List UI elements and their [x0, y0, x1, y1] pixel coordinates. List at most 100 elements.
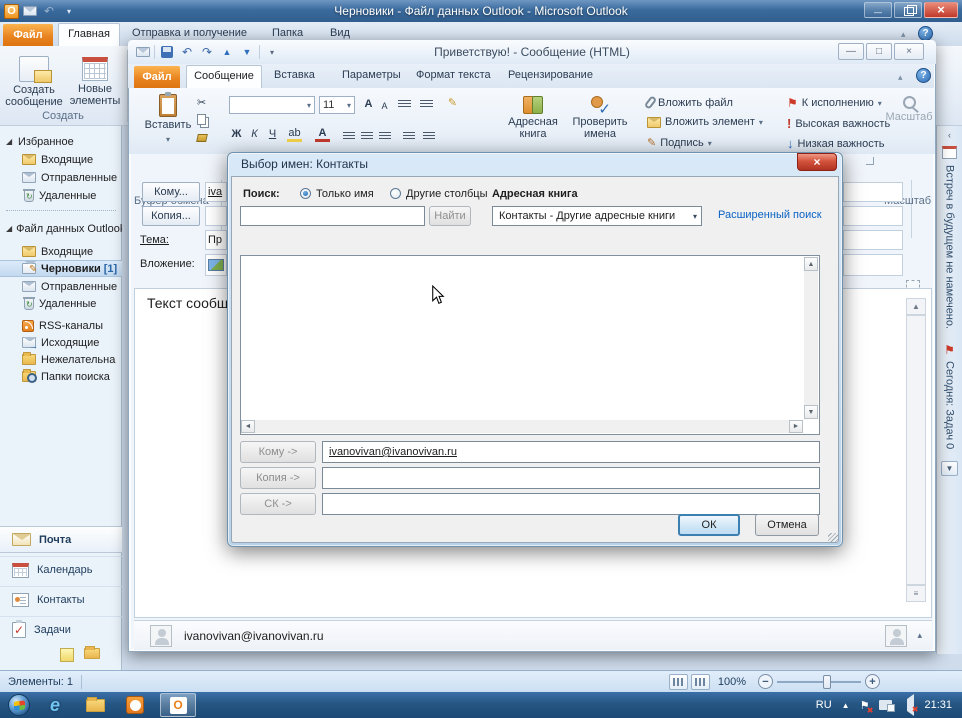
clock[interactable]: 21:31 — [924, 699, 952, 711]
media-player-icon[interactable] — [120, 693, 150, 717]
radio-name-only-label[interactable]: Только имя — [316, 188, 374, 200]
tab-insert[interactable]: Вставка — [274, 69, 315, 81]
radio-name-only[interactable] — [300, 188, 311, 199]
redo-icon[interactable]: ↷ — [199, 44, 215, 60]
font-color-icon[interactable]: А — [315, 126, 330, 142]
minimize-button[interactable] — [864, 2, 892, 18]
zoom-slider-thumb[interactable] — [823, 675, 831, 689]
tab-view[interactable]: Вид — [330, 27, 350, 39]
show-hidden-icons[interactable]: ▲ — [842, 701, 850, 710]
folder-outbox[interactable]: Исходящие — [0, 334, 122, 351]
language-indicator[interactable]: RU — [816, 699, 832, 711]
reading-view-button[interactable] — [691, 674, 710, 690]
ok-button[interactable]: ОК — [678, 514, 740, 536]
scroll-down-icon[interactable]: ▼ — [804, 405, 818, 419]
font-name-combo[interactable] — [229, 96, 315, 114]
tab-send-receive[interactable]: Отправка и получение — [132, 27, 247, 39]
format-painter-icon[interactable] — [197, 134, 207, 142]
address-book-dropdown[interactable]: Контакты - Другие адресные книги — [492, 206, 702, 226]
expand-todo-icon[interactable]: ‹ — [948, 130, 951, 140]
outlook-taskbar-button[interactable]: O — [160, 693, 196, 717]
font-size-combo[interactable]: 11 — [319, 96, 355, 114]
underline-icon[interactable]: Ч — [265, 126, 280, 142]
find-button[interactable]: Найти — [429, 206, 471, 226]
normal-view-button[interactable] — [669, 674, 688, 690]
close-button[interactable] — [924, 2, 958, 18]
folder-drafts-selected[interactable]: Черновики[1] — [0, 260, 122, 277]
volume-icon[interactable]: ✖ — [902, 699, 914, 711]
expand-icon[interactable] — [6, 138, 14, 146]
attach-file-button[interactable]: Вложить файл — [647, 96, 733, 109]
highlight-icon[interactable]: ab — [287, 126, 302, 142]
notes-icon[interactable] — [60, 648, 74, 662]
shrink-font-icon[interactable]: А — [377, 98, 392, 114]
radio-more-columns-label[interactable]: Другие столбцы — [406, 188, 488, 200]
folder-junk[interactable]: Нежелательна — [0, 351, 122, 368]
expand-icon[interactable] — [6, 225, 12, 233]
help-icon[interactable]: ? — [916, 68, 931, 83]
align-center-icon[interactable] — [359, 128, 374, 144]
dialog-cc-field[interactable] — [322, 467, 820, 489]
cc-field[interactable] — [205, 206, 227, 226]
attach-item-button[interactable]: Вложить элемент — [647, 116, 763, 128]
dialog-bcc-field[interactable] — [322, 493, 820, 515]
zoom-out-button[interactable]: − — [758, 674, 773, 689]
folder-deleted-fav[interactable]: Удаленные — [0, 187, 122, 204]
low-importance-button[interactable]: ↓Низкая важность — [787, 136, 884, 151]
to-field[interactable]: iva — [205, 182, 227, 202]
tab-file[interactable]: Файл — [3, 24, 53, 46]
module-tasks[interactable]: Задачи — [0, 616, 122, 643]
save-icon[interactable] — [159, 44, 175, 60]
dialog-to-field[interactable]: ivanovivan@ivanovivan.ru — [322, 441, 820, 463]
align-left-icon[interactable] — [341, 128, 356, 144]
tab-review[interactable]: Рецензирование — [508, 69, 593, 81]
dialog-bcc-button[interactable]: СК -> — [240, 493, 316, 515]
network-icon[interactable] — [879, 700, 892, 710]
folder-sent[interactable]: Отправленные — [0, 278, 122, 295]
new-message-button[interactable]: Создать сообщение — [4, 56, 64, 108]
cut-icon[interactable]: ✂ — [197, 96, 206, 109]
folder-inbox[interactable]: Входящие — [0, 243, 122, 260]
module-calendar[interactable]: Календарь — [0, 556, 122, 583]
internet-explorer-icon[interactable]: e — [40, 693, 70, 717]
increase-indent-icon[interactable] — [421, 128, 436, 144]
scroll-right-icon[interactable]: ► — [789, 420, 803, 433]
browse-object-icon[interactable]: ≡ — [906, 585, 926, 602]
folder-list-icon[interactable] — [84, 648, 100, 659]
tab-format[interactable]: Формат текста — [416, 69, 491, 81]
paste-button[interactable]: Вставить — [139, 94, 197, 145]
address-book-button[interactable]: Адресная книга — [501, 94, 565, 140]
minimize-ribbon-icon[interactable]: ▴ — [898, 72, 903, 83]
align-right-icon[interactable] — [377, 128, 392, 144]
radio-more-columns[interactable] — [390, 188, 401, 199]
numbering-icon[interactable] — [419, 96, 434, 112]
favorites-header[interactable]: Избранное — [0, 133, 122, 150]
folder-inbox-fav[interactable]: Входящие — [0, 151, 122, 168]
undo-icon[interactable]: ↶ — [41, 3, 57, 19]
check-names-button[interactable]: Проверить имена — [567, 94, 633, 140]
folder-sent-fav[interactable]: Отправленные — [0, 169, 122, 186]
cc-button[interactable]: Копия... — [142, 206, 200, 226]
search-input[interactable] — [240, 206, 425, 226]
subject-field[interactable]: Пр — [205, 230, 227, 250]
bullets-icon[interactable] — [397, 96, 412, 112]
folder-rss[interactable]: RSS-каналы — [0, 317, 122, 334]
module-contacts[interactable]: Контакты — [0, 586, 122, 613]
decrease-indent-icon[interactable] — [401, 128, 416, 144]
scroll-down-icon[interactable]: ▼ — [941, 461, 958, 476]
module-mail[interactable]: Почта — [0, 526, 122, 553]
start-button[interactable] — [8, 694, 30, 716]
restore-button[interactable]: □ — [866, 43, 892, 60]
contacts-list[interactable] — [240, 255, 820, 435]
horizontal-scrollbar[interactable] — [255, 420, 789, 433]
italic-icon[interactable]: К — [247, 126, 262, 142]
zoom-in-button[interactable]: + — [865, 674, 880, 689]
to-button[interactable]: Кому... — [142, 182, 200, 202]
scroll-up-icon[interactable]: ▲ — [906, 298, 926, 315]
collapse-people-icon[interactable]: ▴ — [917, 630, 922, 641]
styles-icon[interactable]: ✎ — [445, 94, 460, 110]
dialog-launcher-icon[interactable] — [866, 157, 874, 165]
zoom-slider[interactable] — [777, 681, 861, 683]
datafile-header[interactable]: Файл данных Outlook — [0, 220, 122, 237]
next-item-icon[interactable]: ▼ — [239, 44, 255, 60]
